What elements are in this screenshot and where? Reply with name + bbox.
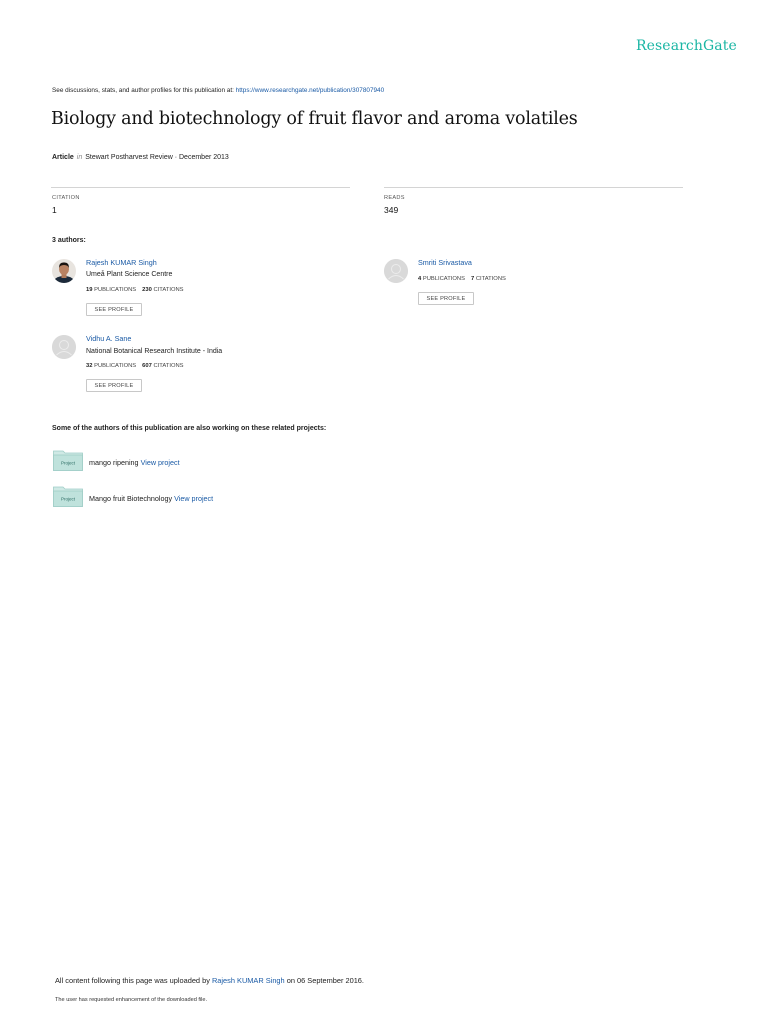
view-project-link[interactable]: View project (174, 494, 213, 503)
project-folder-icon[interactable]: Project (53, 450, 83, 471)
author-name-link[interactable]: Rajesh KUMAR Singh (86, 258, 157, 267)
project-icon-label: Project (61, 497, 76, 502)
folder-icon: Project (53, 450, 83, 471)
reads-count: 349 (384, 205, 399, 215)
in-word: in (76, 154, 83, 161)
reads-label: READS (384, 195, 405, 201)
project-icon-label: Project (61, 461, 76, 466)
publication-type: Article (52, 154, 74, 161)
author-name-link[interactable]: Smriti Srivastava (418, 258, 472, 267)
citations-count: 230 (142, 287, 152, 293)
project-name: Mango fruit Biotechnology (89, 494, 173, 503)
author-stats: 32 PUBLICATIONS 607 CITATIONS (86, 363, 184, 369)
divider-reads (384, 187, 683, 188)
author-avatar-photo[interactable] (52, 259, 76, 283)
author-stats: 19 PUBLICATIONS 230 CITATIONS (86, 287, 184, 293)
publications-label: PUBLICATIONS (94, 363, 137, 369)
publications-count: 4 (418, 276, 422, 282)
author-institution[interactable]: Umeå Plant Science Centre (86, 271, 172, 278)
user-silhouette-icon (384, 259, 408, 283)
researchgate-logo[interactable]: ResearchGate (636, 38, 737, 54)
publications-label: PUBLICATIONS (422, 276, 465, 282)
upload-notice: All content following this page was uplo… (55, 976, 364, 985)
uploader-link[interactable]: Rajesh KUMAR Singh (212, 976, 285, 985)
folder-icon: Project (53, 486, 83, 507)
author-photo-icon (52, 259, 76, 283)
project-item: mango ripening View project (89, 458, 180, 467)
discussion-notice-text: See discussions, stats, and author profi… (52, 87, 236, 94)
citations-label: CITATIONS (153, 287, 184, 293)
publication-source: Stewart Postharvest Review · December 20… (85, 154, 229, 161)
publications-count: 19 (86, 287, 93, 293)
author-avatar-placeholder[interactable] (52, 335, 76, 359)
authors-heading: 3 authors: (52, 237, 86, 244)
project-name: mango ripening (89, 458, 139, 467)
view-project-link[interactable]: View project (141, 458, 180, 467)
citations-label: CITATIONS (153, 363, 184, 369)
upload-suffix: on 06 September 2016. (284, 976, 364, 985)
author-institution[interactable]: National Botanical Research Institute - … (86, 348, 222, 355)
author-name-link[interactable]: Vidhu A. Sane (86, 334, 131, 343)
project-item: Mango fruit Biotechnology View project (89, 494, 213, 503)
see-profile-button[interactable]: SEE PROFILE (86, 379, 142, 392)
divider-citations (51, 187, 350, 188)
publication-title: Biology and biotechnology of fruit flavo… (51, 109, 578, 129)
author-stats: 4 PUBLICATIONS 7 CITATIONS (418, 276, 506, 282)
publications-label: PUBLICATIONS (94, 287, 137, 293)
publications-count: 32 (86, 363, 93, 369)
projects-heading: Some of the authors of this publication … (52, 425, 327, 432)
see-profile-button[interactable]: SEE PROFILE (418, 292, 474, 305)
upload-prefix: All content following this page was uplo… (55, 976, 212, 985)
discussion-notice: See discussions, stats, and author profi… (52, 87, 384, 94)
see-profile-button[interactable]: SEE PROFILE (86, 303, 142, 316)
citations-label: CITATIONS (475, 276, 506, 282)
user-silhouette-icon (52, 335, 76, 359)
publication-meta: Article in Stewart Postharvest Review · De… (52, 154, 229, 161)
citation-count: 1 (52, 205, 57, 215)
project-folder-icon[interactable]: Project (53, 486, 83, 507)
citation-label: CITATION (52, 195, 80, 201)
enhancement-note: The user has requested enhancement of th… (55, 997, 208, 1003)
citations-count: 7 (470, 276, 475, 282)
citations-count: 607 (142, 363, 152, 369)
publication-url-link[interactable]: https://www.researchgate.net/publication… (236, 87, 385, 94)
author-avatar-placeholder[interactable] (384, 259, 408, 283)
